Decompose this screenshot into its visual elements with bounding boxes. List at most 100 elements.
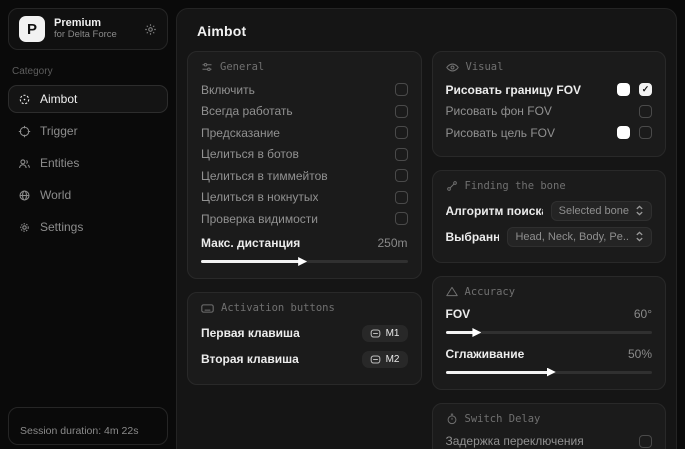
finding-bone-panel-header: Finding the bone: [446, 180, 653, 192]
selected-value: Selected bone: [559, 205, 629, 217]
mouse-icon: [370, 355, 381, 364]
enable-checkbox[interactable]: [395, 83, 408, 96]
prediction-checkbox[interactable]: [395, 126, 408, 139]
general-panel-header: General: [201, 61, 408, 73]
toggle-row: Целиться в ботов: [201, 144, 408, 166]
panel-title: Switch Delay: [465, 413, 541, 425]
always-work-checkbox[interactable]: [395, 105, 408, 118]
chevrons-updown-icon: [635, 205, 644, 216]
target-bots-checkbox[interactable]: [395, 148, 408, 161]
bone-select-row: Выбранные кости Head, Neck, Body, Pe..: [446, 224, 653, 250]
toggle-row: Всегда работать: [201, 101, 408, 123]
switch-delay-checkbox[interactable]: [639, 435, 652, 448]
sidebar: P Premium for Delta Force Category Aimbo…: [0, 0, 176, 449]
activation-panel-header: Activation buttons: [201, 302, 408, 314]
fov-target-checkbox[interactable]: [639, 126, 652, 139]
fov-background-label: Рисовать фон FOV: [446, 104, 552, 118]
product-subtitle: for Delta Force: [54, 30, 135, 41]
panel-title: Activation buttons: [221, 302, 335, 314]
target-teammates-checkbox[interactable]: [395, 169, 408, 182]
sidebar-item-label: Trigger: [40, 124, 78, 138]
accuracy-panel-header: Accuracy: [446, 286, 653, 298]
fov-target-label: Рисовать цель FOV: [446, 126, 556, 140]
visual-row: Рисовать фон FOV: [446, 101, 653, 123]
toggle-label: Предсказание: [201, 126, 280, 140]
visual-row: Рисовать цель FOV: [446, 122, 653, 144]
selected-value: Head, Neck, Body, Pe..: [515, 231, 629, 243]
toggle-label: Включить: [201, 83, 255, 97]
switch-delay-toggle-row: Задержка переключения: [446, 431, 653, 449]
slider-thumb[interactable]: [547, 368, 556, 377]
chevrons-updown-icon: [635, 231, 644, 242]
product-logo: P: [19, 16, 45, 42]
fov-border-color-swatch[interactable]: [617, 83, 630, 96]
slider-row: Макс. дистанция 250m: [201, 233, 408, 255]
mouse-icon: [370, 329, 381, 338]
max-distance-label: Макс. дистанция: [201, 236, 300, 250]
fov-border-checkbox[interactable]: ✓: [639, 83, 652, 96]
keybind-row: Первая клавиша M1: [201, 320, 408, 346]
fov-slider-row: FOV 60°: [446, 304, 653, 326]
sidebar-item-world[interactable]: World: [8, 181, 168, 209]
general-panel: General Включить Всегда работать Предска…: [187, 51, 422, 279]
toggle-label: Всегда работать: [201, 104, 293, 118]
fov-target-color-swatch[interactable]: [617, 126, 630, 139]
second-key-label: Вторая клавиша: [201, 352, 299, 366]
bone-algorithm-select[interactable]: Selected bone: [551, 201, 652, 221]
toggle-row: Включить: [201, 79, 408, 101]
toggle-row: Предсказание: [201, 122, 408, 144]
sidebar-item-aimbot[interactable]: Aimbot: [8, 85, 168, 113]
globe-icon: [18, 189, 31, 202]
switch-delay-panel: Switch Delay Задержка переключения Задер…: [432, 403, 667, 449]
finding-bone-panel: Finding the bone Алгоритм поиска костей …: [432, 170, 667, 263]
bone-search-row: Алгоритм поиска костей Selected bone: [446, 198, 653, 224]
category-label: Category: [12, 66, 168, 77]
product-name: Premium: [54, 17, 135, 30]
sidebar-item-label: World: [40, 188, 71, 202]
sliders-icon: [201, 61, 213, 73]
toggle-row: Целиться в тиммейтов: [201, 165, 408, 187]
panel-title: Visual: [466, 61, 504, 73]
selected-bones-select[interactable]: Head, Neck, Body, Pe..: [507, 227, 652, 247]
fov-label: FOV: [446, 307, 471, 321]
product-text: Premium for Delta Force: [54, 17, 135, 41]
slider-thumb[interactable]: [472, 328, 481, 337]
slider-thumb[interactable]: [298, 257, 307, 266]
sidebar-item-settings[interactable]: Settings: [8, 213, 168, 241]
switch-delay-panel-header: Switch Delay: [446, 413, 653, 425]
activation-panel: Activation buttons Первая клавиша M1: [187, 292, 422, 385]
target-knocked-checkbox[interactable]: [395, 191, 408, 204]
visibility-check-checkbox[interactable]: [395, 212, 408, 225]
sidebar-item-label: Settings: [40, 220, 83, 234]
entities-icon: [18, 157, 31, 170]
gear-icon: [18, 221, 31, 234]
fov-slider[interactable]: [446, 328, 653, 337]
panel-columns: General Включить Всегда работать Предска…: [187, 51, 666, 449]
fov-background-checkbox[interactable]: [639, 105, 652, 118]
page-title: Aimbot: [197, 23, 666, 39]
bone-icon: [446, 180, 458, 192]
product-card: P Premium for Delta Force: [8, 8, 168, 50]
visual-panel: Visual Рисовать границу FOV ✓ Рисовать ф…: [432, 51, 667, 157]
target-icon: [18, 125, 31, 138]
sidebar-item-entities[interactable]: Entities: [8, 149, 168, 177]
session-card: Session duration: 4m 22s: [8, 407, 168, 445]
keybind-row: Вторая клавиша M2: [201, 346, 408, 372]
keybind-value: M1: [386, 328, 400, 339]
panel-title: Accuracy: [465, 286, 516, 298]
smoothing-slider[interactable]: [446, 368, 653, 377]
gear-icon[interactable]: [144, 23, 157, 36]
smoothing-label: Сглаживание: [446, 347, 525, 361]
visual-row: Рисовать границу FOV ✓: [446, 79, 653, 101]
sidebar-item-trigger[interactable]: Trigger: [8, 117, 168, 145]
keyboard-icon: [201, 303, 214, 314]
fov-value: 60°: [634, 307, 652, 321]
first-key-button[interactable]: M1: [362, 325, 408, 342]
eye-icon: [446, 62, 459, 73]
smoothing-slider-row: Сглаживание 50%: [446, 343, 653, 365]
second-key-button[interactable]: M2: [362, 351, 408, 368]
toggle-row: Целиться в нокнутых: [201, 187, 408, 209]
toggle-row: Проверка видимости: [201, 208, 408, 230]
max-distance-slider[interactable]: [201, 257, 408, 266]
sidebar-item-label: Entities: [40, 156, 79, 170]
